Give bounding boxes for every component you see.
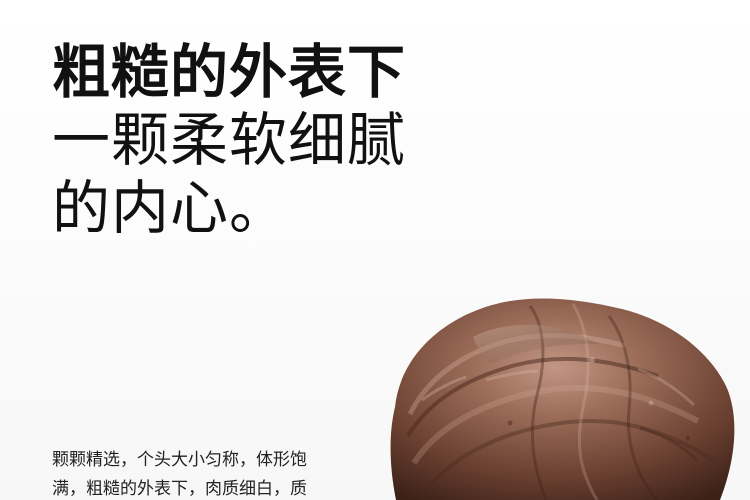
headline-line-3: 的内心。 xyxy=(52,174,289,242)
description-line-1: 颗颗精选，个头大小匀称，体形饱 xyxy=(52,450,307,470)
taro-speck-3 xyxy=(507,420,513,426)
description-line-2: 满，粗糙的外表下，肉质细白，质 xyxy=(52,479,307,499)
taro-image xyxy=(378,282,750,500)
taro-speck-4 xyxy=(686,436,690,440)
taro-root-photo xyxy=(390,298,735,500)
headline-line-2: 一颗柔软细腻 xyxy=(52,106,407,174)
headline: 粗糙的外表下 一颗柔软细腻 的内心。 xyxy=(52,38,472,242)
taro-speck-2 xyxy=(648,400,654,406)
taro-speck-1 xyxy=(589,357,595,363)
product-description: 颗颗精选，个头大小匀称，体形饱 满，粗糙的外表下，肉质细白，质 xyxy=(52,446,392,500)
headline-line-1: 粗糙的外表下 xyxy=(52,38,407,106)
product-detail-panel: 粗糙的外表下 一颗柔软细腻 的内心。 颗颗精选，个头大小匀称，体形饱 满，粗糙的… xyxy=(0,0,750,500)
